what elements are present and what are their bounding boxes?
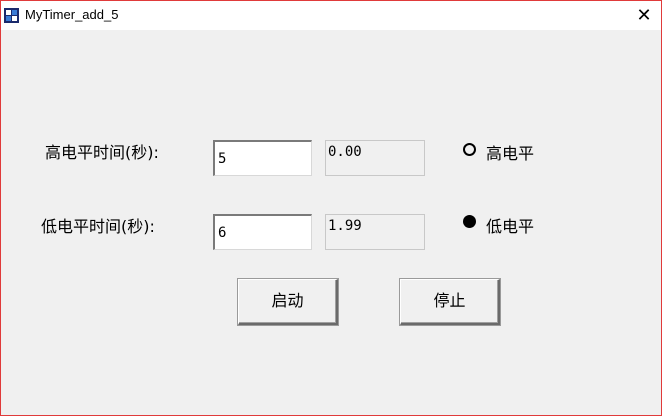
high-time-input[interactable] <box>213 140 312 176</box>
app-icon <box>4 8 19 23</box>
low-time-label: 低电平时间(秒): <box>41 217 155 236</box>
low-time-readout: 1.99 <box>325 214 425 250</box>
high-level-radio-label: 高电平 <box>486 144 535 163</box>
high-level-radio[interactable] <box>463 143 476 156</box>
close-icon: ✕ <box>636 5 652 26</box>
high-time-readout: 0.00 <box>325 140 425 176</box>
low-level-radio-label: 低电平 <box>486 217 535 236</box>
title-bar[interactable]: MyTimer_add_5 ✕ <box>1 1 661 30</box>
start-button[interactable]: 启动 <box>238 279 338 325</box>
close-button[interactable]: ✕ <box>627 1 661 30</box>
high-time-label: 高电平时间(秒): <box>45 143 159 162</box>
window-title: MyTimer_add_5 <box>25 7 119 22</box>
app-window: MyTimer_add_5 ✕ 高电平时间(秒): 0.00 高电平 低电平时间… <box>0 0 662 416</box>
stop-button[interactable]: 停止 <box>400 279 500 325</box>
low-time-input[interactable] <box>213 214 312 250</box>
low-level-radio[interactable] <box>463 215 476 228</box>
